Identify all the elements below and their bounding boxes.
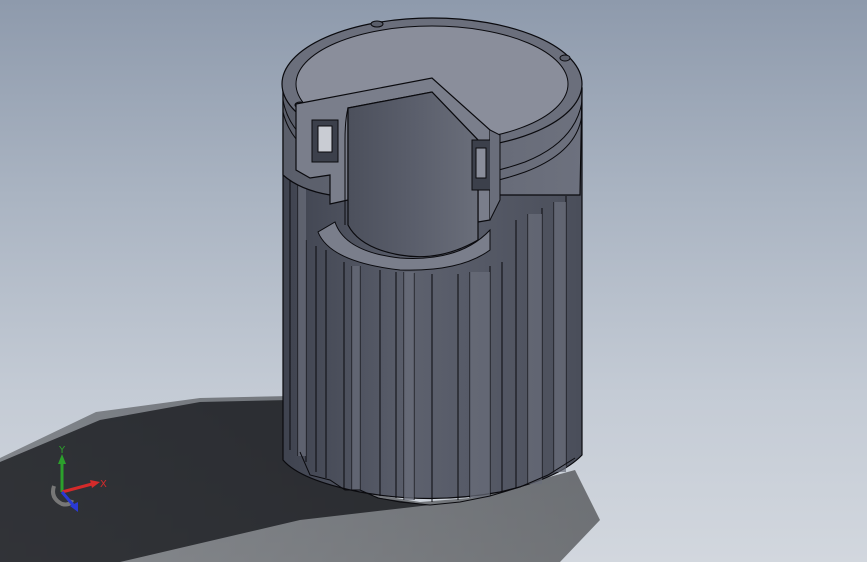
screw-head xyxy=(370,20,384,28)
axis-triad[interactable]: Y X xyxy=(40,440,120,520)
x-axis-arrow xyxy=(61,482,93,494)
graphics-viewport[interactable]: Y X xyxy=(0,0,867,562)
x-axis-arrowhead xyxy=(90,480,100,488)
y-axis-label: Y xyxy=(59,445,66,456)
x-axis-label: X xyxy=(100,479,107,490)
screw-head xyxy=(559,54,571,62)
cad-model-view[interactable] xyxy=(0,0,867,562)
